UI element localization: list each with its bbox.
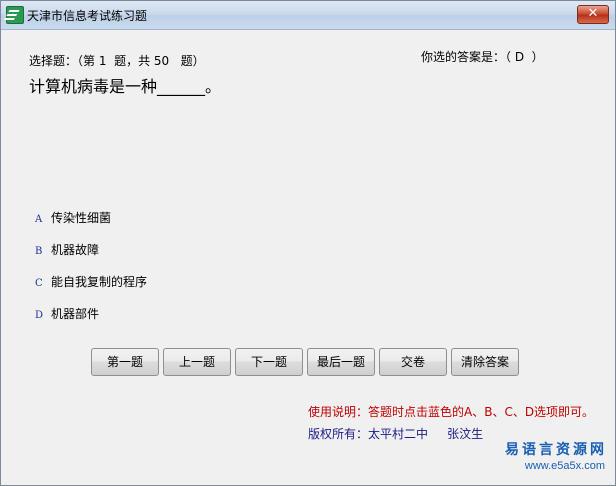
option-c[interactable]: C 能自我复制的程序 [35, 273, 147, 290]
option-d[interactable]: D 机器部件 [35, 305, 99, 322]
question-meta: 选择题：（第 1 题，共 50 题） [29, 54, 205, 68]
watermark-url: www.e5a5x.com [524, 460, 605, 472]
option-d-letter[interactable]: D [35, 310, 51, 321]
option-c-letter[interactable]: C [35, 278, 51, 289]
app-icon [6, 6, 24, 24]
first-question-button[interactable]: 第一题 [91, 348, 159, 376]
watermark-text: 易语言资源网 [505, 442, 607, 458]
submit-button[interactable]: 交卷 [379, 348, 447, 376]
selected-answer-status: 你选的答案是：（ D ） [421, 50, 544, 64]
option-b[interactable]: B 机器故障 [35, 241, 99, 258]
app-window: 天津市信息考试练习题 ✕ 选择题：（第 1 题，共 50 题） 你选的答案是：（… [0, 0, 616, 486]
option-d-text: 机器部件 [51, 307, 100, 321]
window-title: 天津市信息考试练习题 [27, 9, 148, 23]
last-question-button[interactable]: 最后一题 [307, 348, 375, 376]
usage-instructions: 使用说明：答题时点击蓝色的A、B、C、D选项即可。 [308, 405, 595, 419]
watermark: 易语言资源网 www.e5a5x.com [1, 439, 615, 485]
option-a-text: 传染性细菌 [51, 211, 112, 225]
title-bar[interactable]: 天津市信息考试练习题 ✕ [1, 1, 615, 30]
option-b-letter[interactable]: B [35, 246, 51, 257]
prev-question-button[interactable]: 上一题 [163, 348, 231, 376]
option-a[interactable]: A 传染性细菌 [35, 209, 111, 226]
question-text: 计算机病毒是一种______。 [29, 77, 222, 96]
option-a-letter[interactable]: A [35, 214, 51, 225]
next-question-button[interactable]: 下一题 [235, 348, 303, 376]
clear-answer-button[interactable]: 清除答案 [451, 348, 519, 376]
option-c-text: 能自我复制的程序 [51, 275, 148, 289]
option-b-text: 机器故障 [51, 243, 100, 257]
main-panel: 选择题：（第 1 题，共 50 题） 你选的答案是：（ D ） 计算机病毒是一种… [1, 30, 615, 485]
close-button[interactable]: ✕ [577, 5, 609, 24]
